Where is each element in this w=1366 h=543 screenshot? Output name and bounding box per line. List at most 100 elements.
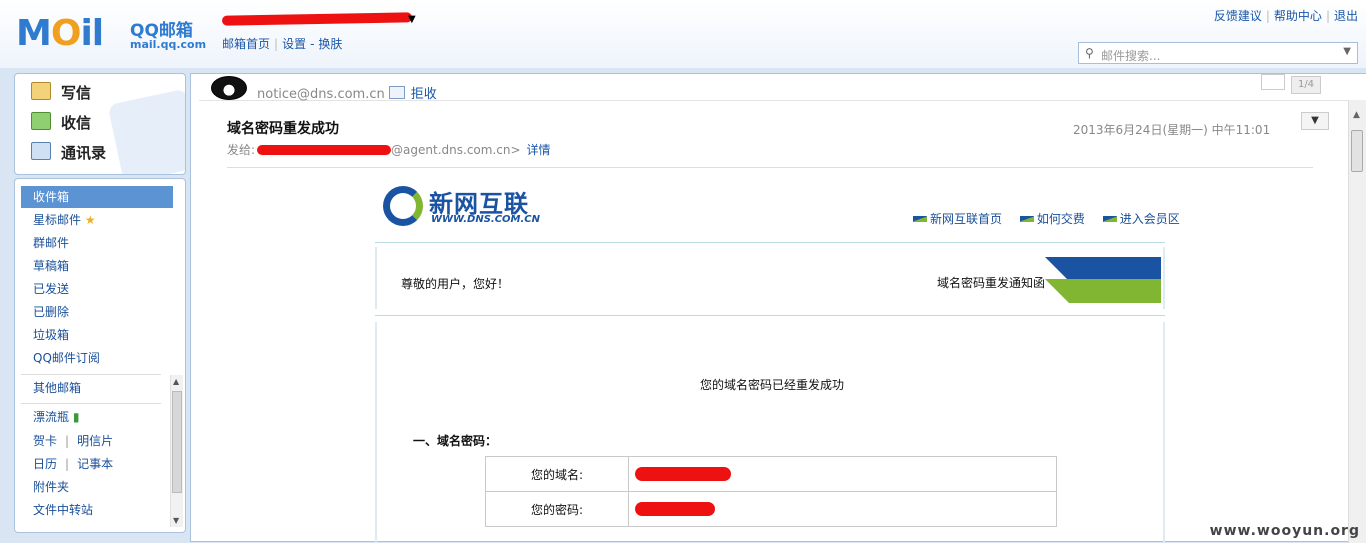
greeting-band: 尊敬的用户，您好！ 域名密码重发通知函 <box>375 242 1165 316</box>
page-indicator: 1/4 <box>1261 74 1321 94</box>
to-label: 发给: <box>227 143 256 157</box>
compose-panel: 写信 收信 通讯录 <box>14 73 186 175</box>
flag-icon <box>1019 216 1034 222</box>
reject-link[interactable]: 拒收 <box>411 87 437 102</box>
password-value <box>628 491 1057 527</box>
notice-title: 域名密码重发通知函 <box>937 276 1046 290</box>
folder-group[interactable]: 群邮件 <box>21 232 173 254</box>
folder-drafts[interactable]: 草稿箱 <box>21 255 173 277</box>
folder-panel: 收件箱 星标邮件 ★ 群邮件 草稿箱 已发送 已删除 垃圾箱 QQ邮件订阅 其他… <box>14 178 186 533</box>
top-links: 反馈建议 | 帮助中心 | 退出 <box>1213 9 1358 23</box>
app-attachments[interactable]: 附件夹 <box>21 476 173 498</box>
contacts-label: 通讯录 <box>61 144 107 162</box>
dns-brand-logo[interactable]: 新网互联 WWW.DNS.COM.CN <box>383 182 553 230</box>
scroll-up-icon[interactable]: ▲ <box>173 377 179 386</box>
scroll-down-icon[interactable]: ▼ <box>173 516 179 525</box>
credentials-table: 您的域名: 您的密码: <box>485 456 1057 527</box>
nav-settings[interactable]: 设置 <box>282 37 306 51</box>
mail-search-input[interactable]: ⚲ 邮件搜索... ▼ <box>1078 42 1358 64</box>
app-file-transfer[interactable]: 文件中转站 <box>21 499 173 521</box>
app-notes[interactable]: 记事本 <box>77 457 113 471</box>
domain-label: 您的域名: <box>485 456 629 492</box>
message-scrollbar[interactable]: ▲ <box>1348 100 1366 543</box>
domain-value <box>628 456 1057 492</box>
scrollbar-thumb[interactable] <box>1351 130 1363 172</box>
folder-deleted[interactable]: 已删除 <box>21 301 173 323</box>
details-link[interactable]: 详情 <box>527 143 551 157</box>
contacts-button[interactable]: 通讯录 <box>31 142 106 168</box>
dns-nav-home[interactable]: 新网互联首页 <box>913 210 1002 227</box>
banner-decoration <box>1045 257 1161 303</box>
folder-inbox[interactable]: 收件箱 <box>21 186 173 208</box>
receive-label: 收信 <box>61 114 92 132</box>
app-cards-row: 贺卡 | 明信片 <box>33 434 114 448</box>
app-calendar-row: 日历 | 记事本 <box>33 457 114 471</box>
nav-mail-home[interactable]: 邮箱首页 <box>222 37 270 51</box>
message-datetime: 2013年6月24日(星期一) 中午11:01 <box>1073 123 1271 137</box>
folder-spam[interactable]: 垃圾箱 <box>21 324 173 346</box>
message-panel: notice@dns.com.cn 拒收 1/4 域名密码重发成功 2013年6月… <box>190 73 1366 543</box>
recipient-domain[interactable]: @agent.dns.com.cn> <box>391 143 520 157</box>
app-greeting-cards[interactable]: 贺卡 <box>33 434 57 448</box>
receive-button[interactable]: 收信 <box>31 112 91 138</box>
flag-icon <box>1102 216 1117 222</box>
app-calendar[interactable]: 日历 <box>33 457 57 471</box>
logo-domain: mail.qq.com <box>130 38 207 51</box>
dns-nav-member[interactable]: 进入会员区 <box>1102 210 1180 227</box>
contacts-icon <box>31 142 51 160</box>
password-label: 您的密码: <box>485 491 629 527</box>
dns-nav-member-label: 进入会员区 <box>1119 212 1180 226</box>
recipient-redacted <box>257 145 392 155</box>
feedback-link[interactable]: 反馈建议 <box>1214 9 1262 23</box>
sender-email[interactable]: notice@dns.com.cn <box>257 87 385 102</box>
recipient-line: 发给: @agent.dns.com.cn> 详情 <box>227 141 551 158</box>
account-redacted[interactable] <box>221 12 413 26</box>
dns-nav-home-label: 新网互联首页 <box>930 212 1003 226</box>
message-subject: 域名密码重发成功 <box>227 121 339 137</box>
dns-logo-mark <box>383 186 423 226</box>
folder-subscriptions[interactable]: QQ邮件订阅 <box>21 347 173 369</box>
logo-mark: MOil <box>16 13 104 54</box>
dns-brand-url: WWW.DNS.COM.CN <box>431 214 540 225</box>
folder-starred[interactable]: 星标邮件 ★ <box>21 209 173 231</box>
help-link[interactable]: 帮助中心 <box>1274 9 1322 23</box>
folder-other-mailboxes[interactable]: 其他邮箱 <box>21 377 173 399</box>
nav-dash: - <box>310 37 315 51</box>
dns-nav-payment-label: 如何交费 <box>1036 212 1085 226</box>
message-toolbar: notice@dns.com.cn 拒收 1/4 <box>199 74 1349 102</box>
table-row: 您的密码: <box>485 491 1057 527</box>
account-dropdown-icon[interactable]: ▼ <box>408 14 416 25</box>
folder-sent[interactable]: 已发送 <box>21 278 173 300</box>
header-more-dropdown-icon[interactable]: ▼ <box>1301 112 1329 130</box>
greeting-text: 尊敬的用户，您好！ <box>401 277 510 291</box>
scroll-up-icon[interactable]: ▲ <box>1353 110 1360 120</box>
contact-card-icon[interactable] <box>388 86 405 99</box>
dns-nav-payment[interactable]: 如何交费 <box>1019 210 1085 227</box>
qq-penguin-avatar <box>211 76 247 100</box>
drift-bottle-label: 漂流瓶 <box>33 410 70 424</box>
email-main-content: 您的域名密码已经重发成功 一、域名密码： 您的域名: 您的密码: <box>375 322 1165 542</box>
watermark: www.wooyun.org <box>1209 523 1360 539</box>
receive-icon <box>31 112 51 130</box>
folder-scrollbar[interactable]: ▲ ▼ <box>170 375 183 527</box>
section-title: 一、域名密码： <box>413 434 498 448</box>
flag-icon <box>913 216 927 222</box>
app-drift-bottle[interactable]: 漂流瓶 ▮ <box>21 406 173 428</box>
write-label: 写信 <box>61 84 92 102</box>
star-icon: ★ <box>84 213 96 227</box>
write-button[interactable]: 写信 <box>31 82 91 108</box>
search-dropdown-icon[interactable]: ▼ <box>1343 46 1351 57</box>
folder-divider <box>21 374 161 375</box>
write-icon <box>31 82 51 100</box>
penguin-decoration <box>107 88 185 174</box>
mail-nav-icon[interactable] <box>1261 74 1285 90</box>
app-postcards[interactable]: 明信片 <box>77 434 113 448</box>
greeting-band-inner: 尊敬的用户，您好！ 域名密码重发通知函 <box>375 247 1165 309</box>
scrollbar-thumb[interactable] <box>172 391 182 493</box>
logout-link[interactable]: 退出 <box>1334 9 1358 23</box>
password-redacted <box>635 502 715 517</box>
folder-divider <box>21 403 161 404</box>
nav-skin[interactable]: 换肤 <box>318 37 342 51</box>
top-nav: 邮箱首页 | 设置 - 换肤 <box>222 37 343 51</box>
header-divider <box>227 167 1313 168</box>
